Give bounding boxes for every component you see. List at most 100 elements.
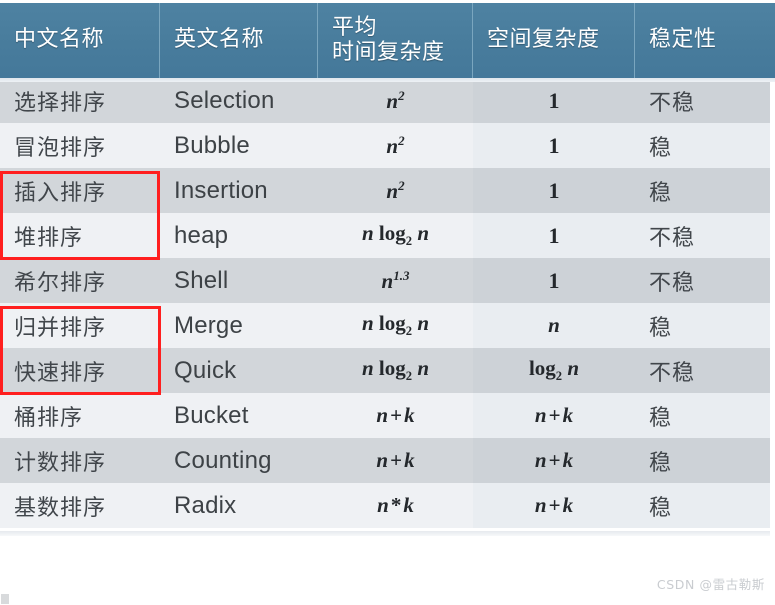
table-header-row: 中文名称 英文名称 平均 时间复杂度 空间复杂度 稳定性: [0, 3, 775, 78]
table-row: 堆排序 heap n log2 n 1 不稳: [0, 213, 770, 258]
stability-text: 稳: [649, 135, 673, 161]
time-complexity-text: n1.3: [381, 267, 410, 293]
cell-space-complexity: n+k: [473, 393, 635, 438]
english-name-text: Quick: [174, 356, 237, 384]
space-complexity-text: 1: [548, 267, 560, 293]
table-row: 基数排序 Radix n*k n+k 稳: [0, 483, 770, 528]
stability-text: 不稳: [649, 90, 696, 116]
corner-marker: [1, 594, 9, 604]
cell-space-complexity: 1: [473, 123, 635, 168]
cell-chinese-name: 快速排序: [0, 348, 160, 393]
table-row: 计数排序 Counting n+k n+k 稳: [0, 438, 770, 483]
cell-english-name: Shell: [160, 258, 318, 303]
time-complexity-text: n+k: [376, 403, 415, 427]
cell-chinese-name: 计数排序: [0, 438, 160, 483]
column-header-space-complexity-label: 空间复杂度: [487, 27, 600, 53]
table-row: 桶排序 Bucket n+k n+k 稳: [0, 393, 770, 438]
english-name-text: Shell: [174, 266, 229, 294]
space-complexity-text: n: [548, 313, 560, 337]
space-complexity-text: log2 n: [528, 356, 580, 384]
screenshot-root: 中文名称 英文名称 平均 时间复杂度 空间复杂度 稳定性 选择排序 Select…: [0, 0, 775, 605]
cell-chinese-name: 基数排序: [0, 483, 160, 528]
chinese-name-text: 基数排序: [14, 495, 107, 521]
cell-time-complexity: n*k: [318, 483, 473, 528]
stability-text: 稳: [649, 405, 673, 431]
column-header-english-name-label: 英文名称: [174, 27, 265, 53]
chinese-name-text: 插入排序: [14, 180, 107, 206]
cell-stability: 稳: [635, 123, 770, 168]
cell-chinese-name: 堆排序: [0, 213, 160, 258]
space-complexity-text: n+k: [534, 403, 574, 427]
table-bottom-edge: [0, 531, 770, 536]
column-header-time-complexity-line2: 时间复杂度: [332, 39, 445, 65]
english-name-text: Merge: [174, 311, 244, 339]
cell-english-name: Radix: [160, 483, 318, 528]
cell-time-complexity: n log2 n: [318, 213, 473, 258]
cell-stability: 不稳: [635, 348, 770, 393]
cell-time-complexity: n1.3: [318, 258, 473, 303]
time-complexity-text: n2: [386, 132, 405, 158]
header-underline: [0, 78, 775, 82]
chinese-name-text: 希尔排序: [14, 270, 107, 296]
chinese-name-text: 堆排序: [14, 225, 84, 251]
cell-chinese-name: 冒泡排序: [0, 123, 160, 168]
space-complexity-text: 1: [548, 177, 560, 203]
time-complexity-text: n log2 n: [361, 356, 429, 384]
english-name-text: Bubble: [174, 131, 250, 159]
cell-time-complexity: n+k: [318, 438, 473, 483]
sorting-algorithm-table: 中文名称 英文名称 平均 时间复杂度 空间复杂度 稳定性 选择排序 Select…: [0, 3, 775, 536]
cell-time-complexity: n+k: [318, 393, 473, 438]
time-complexity-text: n2: [386, 87, 405, 113]
column-header-chinese-name: 中文名称: [0, 3, 160, 78]
column-header-time-complexity: 平均 时间复杂度: [318, 3, 473, 78]
cell-chinese-name: 希尔排序: [0, 258, 160, 303]
english-name-text: Selection: [174, 86, 275, 114]
cell-english-name: Insertion: [160, 168, 318, 213]
stability-text: 不稳: [649, 270, 696, 296]
column-header-stability: 稳定性: [635, 3, 770, 78]
english-name-text: Radix: [174, 491, 237, 519]
cell-english-name: heap: [160, 213, 318, 258]
column-header-space-complexity: 空间复杂度: [473, 3, 635, 78]
cell-space-complexity: 1: [473, 258, 635, 303]
cell-space-complexity: 1: [473, 78, 635, 123]
cell-time-complexity: n2: [318, 78, 473, 123]
column-header-english-name: 英文名称: [160, 3, 318, 78]
cell-chinese-name: 选择排序: [0, 78, 160, 123]
csdn-watermark: CSDN @雷古勒斯: [656, 577, 765, 592]
cell-stability: 不稳: [635, 78, 770, 123]
stability-text: 稳: [649, 315, 673, 341]
stability-text: 稳: [649, 495, 673, 521]
cell-space-complexity: log2 n: [473, 348, 635, 393]
cell-time-complexity: n2: [318, 168, 473, 213]
cell-english-name: Counting: [160, 438, 318, 483]
cell-space-complexity: 1: [473, 168, 635, 213]
cell-stability: 稳: [635, 168, 770, 213]
space-complexity-text: n+k: [534, 493, 574, 517]
cell-space-complexity: n+k: [473, 438, 635, 483]
cell-english-name: Selection: [160, 78, 318, 123]
chinese-name-text: 选择排序: [14, 90, 107, 116]
cell-stability: 不稳: [635, 213, 770, 258]
cell-stability: 稳: [635, 438, 770, 483]
cell-english-name: Merge: [160, 303, 318, 348]
column-header-chinese-name-label: 中文名称: [14, 27, 105, 53]
column-header-time-complexity-line1: 平均: [332, 14, 378, 40]
table-row: 插入排序 Insertion n2 1 稳: [0, 168, 770, 213]
time-complexity-text: n*k: [377, 493, 414, 517]
cell-stability: 不稳: [635, 258, 770, 303]
stability-text: 不稳: [649, 225, 696, 251]
space-complexity-text: n+k: [534, 448, 574, 472]
cell-time-complexity: n log2 n: [318, 348, 473, 393]
cell-english-name: Bucket: [160, 393, 318, 438]
chinese-name-text: 冒泡排序: [14, 135, 107, 161]
cell-stability: 稳: [635, 303, 770, 348]
cell-english-name: Quick: [160, 348, 318, 393]
table-row: 快速排序 Quick n log2 n log2 n 不稳: [0, 348, 770, 393]
table-row: 选择排序 Selection n2 1 不稳: [0, 78, 770, 123]
cell-chinese-name: 桶排序: [0, 393, 160, 438]
cell-time-complexity: n log2 n: [318, 303, 473, 348]
chinese-name-text: 归并排序: [14, 315, 107, 341]
english-name-text: Bucket: [174, 401, 249, 429]
table-row: 冒泡排序 Bubble n2 1 稳: [0, 123, 770, 168]
